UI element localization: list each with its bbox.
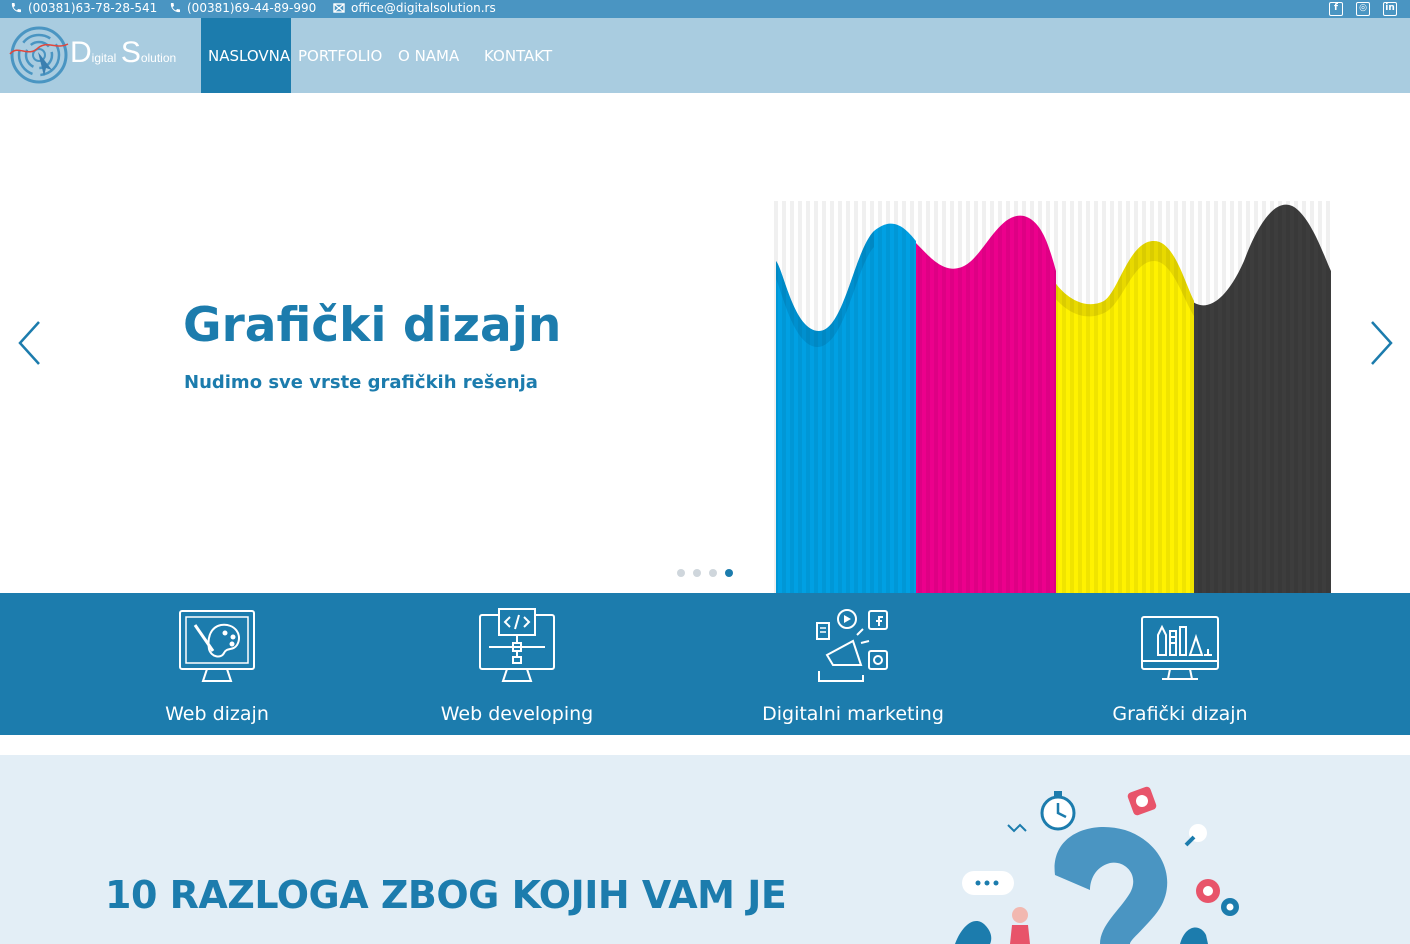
section-spacer <box>0 735 1410 755</box>
service-label: Grafički dizajn <box>1112 703 1248 725</box>
phone-contact-1[interactable]: (00381)63-78-28-541 <box>10 1 157 15</box>
nav-o-nama[interactable]: O NAMA <box>391 18 466 93</box>
service-graficki-dizajn[interactable]: Grafički dizajn <box>1080 593 1280 735</box>
slider-dot[interactable] <box>709 569 717 577</box>
slider-pagination <box>677 569 733 577</box>
reasons-section: 10 RAZLOGA ZBOG KOJIH VAM JE <box>0 755 1410 944</box>
question-mark-illustration <box>955 786 1239 944</box>
site-logo[interactable]: Digital Solution <box>8 24 188 86</box>
email-contact[interactable]: office@digitalsolution.rs <box>333 1 496 15</box>
phone-contact-2[interactable]: (00381)69-44-89-990 <box>169 1 316 15</box>
envelope-icon <box>333 3 345 13</box>
nav-naslovna[interactable]: NASLOVNA <box>201 18 291 93</box>
slider-dot[interactable] <box>693 569 701 577</box>
logo-text-igital: igital <box>91 51 117 65</box>
chevron-right-icon[interactable] <box>1366 318 1396 368</box>
main-navbar: Digital Solution NASLOVNA PORTFOLIO O NA… <box>0 18 1410 93</box>
slider-dot-active[interactable] <box>725 569 733 577</box>
logo-wordmark: Digital Solution <box>70 36 176 70</box>
service-web-developing[interactable]: Web developing <box>417 593 617 735</box>
services-strip: Web dizajn Web developing Digitalni mark… <box>0 593 1410 735</box>
linkedin-icon[interactable]: in <box>1383 2 1397 16</box>
logo-maze-icon <box>9 26 69 84</box>
top-contact-bar: (00381)63-78-28-541 (00381)69-44-89-990 … <box>0 0 1410 18</box>
hero-slider: Grafički dizajn Nudimo sve vrste grafičk… <box>0 93 1410 593</box>
chevron-left-icon[interactable] <box>15 318 45 368</box>
logo-text-olution: olution <box>140 51 177 65</box>
logo-letter-d: D <box>70 36 92 69</box>
email-address: office@digitalsolution.rs <box>351 1 496 15</box>
instagram-icon[interactable]: ◎ <box>1356 2 1370 16</box>
service-web-dizajn[interactable]: Web dizajn <box>117 593 317 735</box>
phone-number-1: (00381)63-78-28-541 <box>28 1 158 15</box>
nav-kontakt[interactable]: KONTAKT <box>477 18 559 93</box>
monitor-palette-icon <box>179 610 255 682</box>
slider-dot[interactable] <box>677 569 685 577</box>
service-digitalni-marketing[interactable]: Digitalni marketing <box>743 593 963 735</box>
megaphone-social-icon <box>816 609 888 682</box>
hero-subtitle: Nudimo sve vrste grafičkih rešenja <box>184 372 538 393</box>
monitor-code-icon <box>479 608 555 682</box>
phone-number-2: (00381)69-44-89-990 <box>187 1 317 15</box>
reasons-title: 10 RAZLOGA ZBOG KOJIH VAM JE <box>105 873 787 917</box>
phone-icon <box>11 3 21 13</box>
phone-icon <box>170 3 180 13</box>
facebook-icon[interactable]: f <box>1329 2 1343 16</box>
logo-letter-s: S <box>120 36 141 69</box>
service-label: Web dizajn <box>165 703 269 725</box>
cmyk-paint-illustration <box>774 201 1334 593</box>
monitor-tools-icon <box>1141 616 1219 680</box>
service-label: Digitalni marketing <box>762 703 944 725</box>
nav-portfolio[interactable]: PORTFOLIO <box>291 18 389 93</box>
hero-title: Grafički dizajn <box>183 298 562 353</box>
service-label: Web developing <box>440 703 594 725</box>
